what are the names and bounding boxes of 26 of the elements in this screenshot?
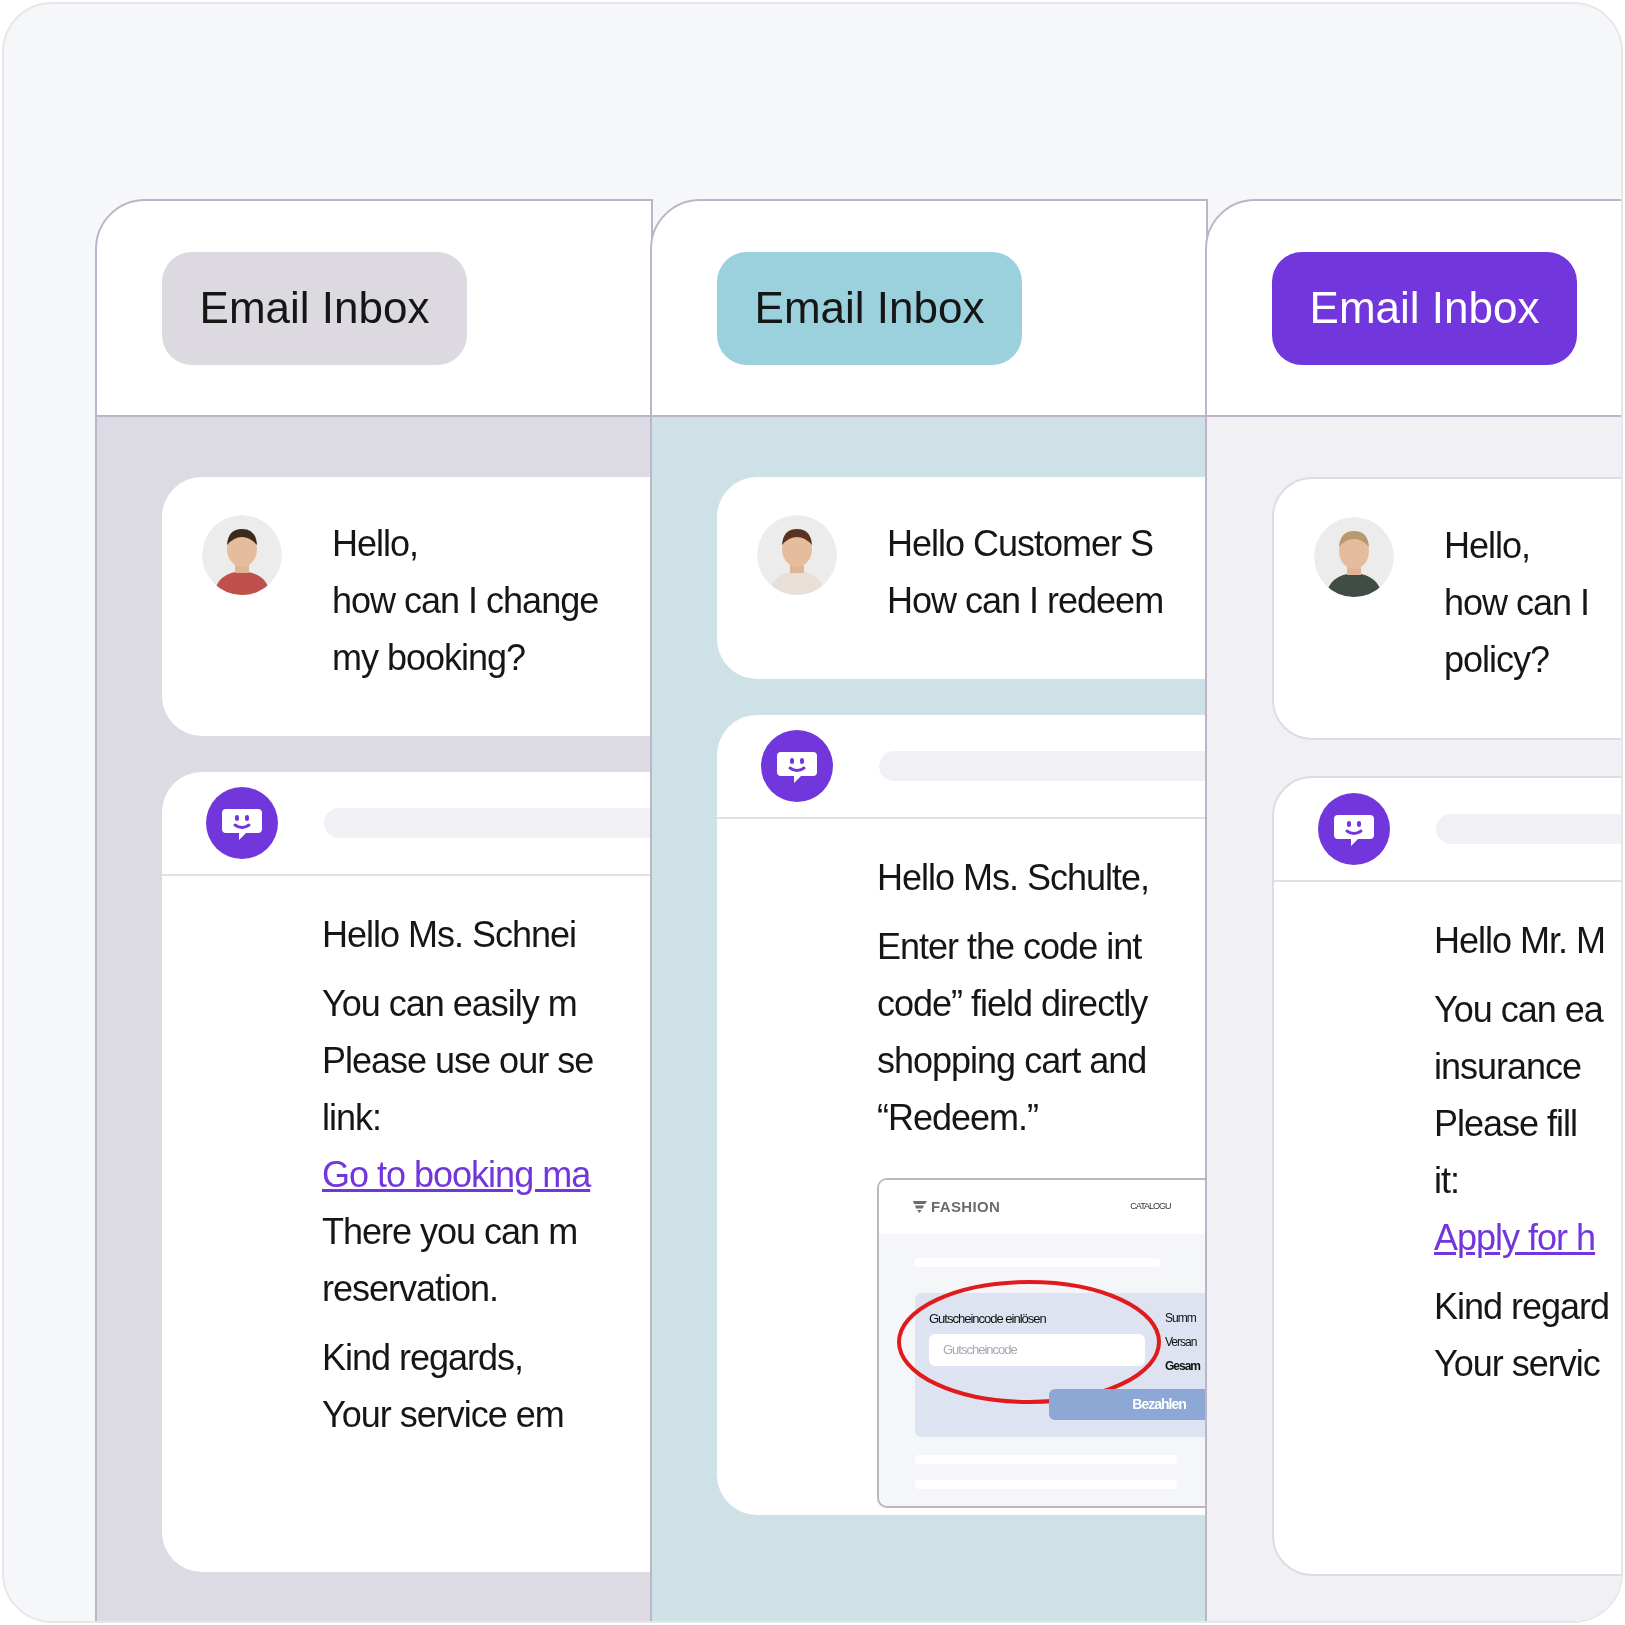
inbox-button[interactable]: Email Inbox: [717, 251, 1022, 365]
message-text: Hello Mr. M: [1434, 919, 1607, 963]
chatbot-icon: [761, 730, 833, 802]
message-text: You can easily m Please use our se link: Go to booking ma There you can m reservation.: [322, 982, 595, 1311]
logo-icon: [913, 1201, 927, 1213]
link[interactable]: Go to booking ma: [322, 1154, 591, 1195]
message-text: Hello Ms. Schnei: [322, 913, 578, 957]
field-label: Gutscheincode einlösen: [929, 1310, 1046, 1328]
message-text: Enter the code int code” field directly shopping cart and “Redeem.”: [877, 925, 1149, 1140]
message-text: Hello Customer S How can I redeem: [887, 522, 1164, 623]
link[interactable]: Apply for h: [1434, 1217, 1596, 1258]
nav-link[interactable]: CATALOGU: [1130, 1200, 1171, 1214]
message-text: Kind regards, Your service em: [322, 1336, 565, 1437]
message-text: You can ea insurance Please fill it: Apply for h: [1434, 988, 1605, 1260]
inbox-button[interactable]: Email Inbox: [1272, 251, 1577, 365]
logo-text: FASHION: [931, 1196, 1001, 1217]
total-label: Summ: [1165, 1310, 1197, 1327]
message-text: Hello Ms. Schulte,: [877, 856, 1151, 900]
message-text: Hello, how can I policy?: [1444, 524, 1590, 682]
message-text: Hello, how can I change my booking?: [332, 522, 599, 680]
message-text: Kind regard Your servic: [1434, 1285, 1611, 1386]
chatbot-icon: [206, 787, 278, 859]
inbox-button[interactable]: Email Inbox: [162, 251, 467, 365]
chatbot-icon: [1318, 793, 1390, 865]
total-label: Versan: [1165, 1334, 1198, 1351]
total-label: Gesam: [1165, 1358, 1201, 1375]
